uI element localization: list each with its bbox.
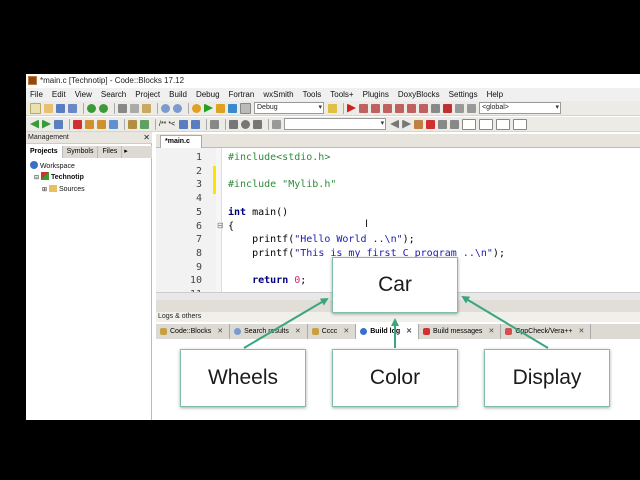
- arrow-display-to-car: [461, 295, 549, 349]
- diagram-child-wheels: Wheels: [180, 349, 306, 407]
- diagram-child-color: Color: [332, 349, 458, 407]
- arrow-wheels-to-car: [243, 297, 329, 349]
- diagram-parent-car: Car: [332, 257, 458, 313]
- diagram-child-display: Display: [484, 349, 610, 407]
- diagram-arrows: [243, 295, 549, 349]
